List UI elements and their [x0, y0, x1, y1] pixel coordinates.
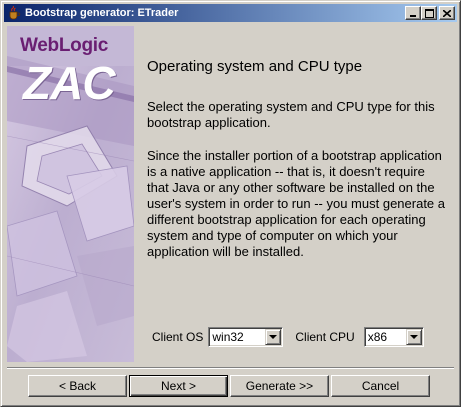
generate-button[interactable]: Generate >> — [230, 375, 329, 397]
zac-logo-text: ZAC — [23, 57, 116, 109]
client-cpu-value: x86 — [367, 330, 388, 344]
minimize-icon — [410, 15, 416, 17]
minimize-button[interactable] — [405, 6, 421, 20]
close-icon — [443, 9, 451, 17]
maximize-button[interactable] — [421, 6, 437, 20]
back-button[interactable]: < Back — [28, 375, 127, 397]
chevron-down-icon — [409, 335, 418, 339]
client-os-select[interactable]: win32 — [208, 327, 284, 347]
title-bar[interactable]: Bootstrap generator: ETrader — [4, 4, 457, 22]
window-controls — [405, 6, 455, 20]
client-cpu-label: Client CPU — [295, 330, 355, 344]
client-os-value: win32 — [212, 330, 244, 344]
wizard-buttons: < Back Next > Generate >> Cancel — [28, 375, 432, 397]
platform-selection-row: Client OS win32 Client CPU x86 — [152, 327, 424, 347]
client-cpu-select[interactable]: x86 — [363, 327, 424, 347]
client-os-label: Client OS — [152, 330, 204, 344]
chevron-down-icon — [269, 335, 278, 339]
intro-text: Select the operating system and CPU type… — [147, 99, 435, 130]
client-os-dropdown-button[interactable] — [265, 329, 282, 345]
maximize-icon — [424, 8, 434, 18]
weblogic-logo-text: WebLogic — [20, 35, 109, 56]
weblogic-zac-banner: WebLogic ZAC — [7, 26, 134, 362]
dialog-window: Bootstrap generator: ETrader WebLogic ZA… — [0, 0, 461, 407]
window-title: Bootstrap generator: ETrader — [25, 7, 179, 19]
close-button[interactable] — [439, 6, 455, 20]
explanation-text: Since the installer portion of a bootstr… — [147, 148, 445, 259]
main-panel: Operating system and CPU type Select the… — [147, 26, 447, 362]
client-cpu-dropdown-button[interactable] — [405, 329, 422, 345]
button-separator — [7, 367, 454, 369]
wizard-content: WebLogic ZAC Operating system and CPU ty… — [7, 26, 454, 362]
next-button[interactable]: Next > — [129, 375, 228, 397]
cancel-button[interactable]: Cancel — [331, 375, 430, 397]
page-title: Operating system and CPU type — [147, 58, 363, 75]
java-cup-icon — [6, 5, 22, 21]
